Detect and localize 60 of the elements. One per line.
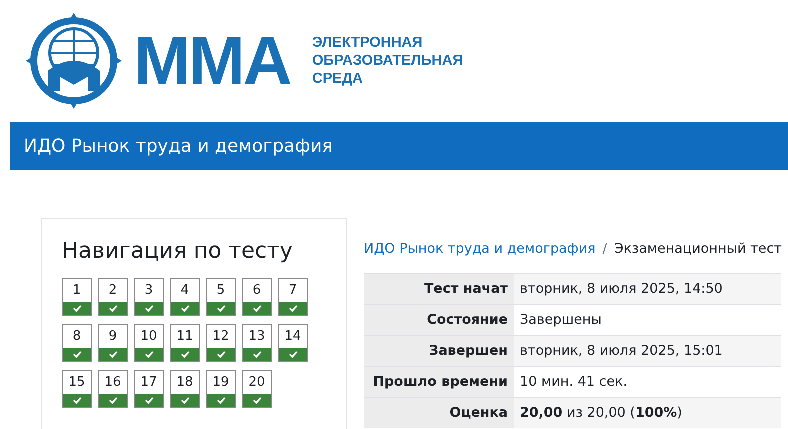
summary-value: Завершены — [514, 304, 781, 336]
question-button[interactable]: 6 — [242, 278, 272, 316]
check-icon — [144, 305, 154, 312]
question-button[interactable]: 11 — [170, 324, 200, 362]
check-icon — [216, 397, 226, 404]
check-icon — [252, 397, 262, 404]
breadcrumb-separator: / — [602, 241, 608, 257]
check-icon — [180, 397, 190, 404]
summary-value: 10 мин. 41 сек. — [514, 366, 781, 398]
question-button[interactable]: 7 — [278, 278, 308, 316]
logo-tagline: СРЕДА — [312, 70, 364, 88]
breadcrumb-current: Экзаменационный тест — [614, 241, 782, 257]
summary-value: вторник, 8 июля 2025, 15:01 — [514, 336, 781, 366]
question-button[interactable]: 4 — [170, 278, 200, 316]
summary-label: Тест начат — [364, 274, 514, 304]
question-button[interactable]: 19 — [206, 370, 236, 408]
question-button[interactable]: 16 — [98, 370, 128, 408]
check-icon — [180, 305, 190, 312]
course-title: ИДО Рынок труда и демография — [24, 136, 333, 156]
check-icon — [72, 397, 82, 404]
question-button[interactable]: 17 — [134, 370, 164, 408]
question-button[interactable]: 15 — [62, 370, 92, 408]
check-icon — [216, 351, 226, 358]
check-icon — [144, 351, 154, 358]
logo-tagline: ОБРАЗОВАТЕЛЬНАЯ — [312, 52, 464, 70]
summary-label: Оценка — [364, 398, 514, 428]
breadcrumb-link[interactable]: ИДО Рынок труда и демография — [364, 241, 596, 257]
check-icon — [72, 305, 82, 312]
logo-wordmark: ММА — [134, 27, 290, 95]
question-button[interactable]: 18 — [170, 370, 200, 408]
logo-tagline: ЭЛЕКТРОННАЯ — [312, 34, 424, 52]
question-button[interactable]: 9 — [98, 324, 128, 362]
check-icon — [252, 305, 262, 312]
summary-label: Состояние — [364, 304, 514, 336]
question-button[interactable]: 2 — [98, 278, 128, 316]
question-button[interactable]: 20 — [242, 370, 272, 408]
check-icon — [288, 305, 298, 312]
question-button[interactable]: 1 — [62, 278, 92, 316]
summary-label: Прошло времени — [364, 366, 514, 398]
check-icon — [216, 305, 226, 312]
check-icon — [108, 351, 118, 358]
summary-value: 20,00 из 20,00 (100%) — [514, 398, 781, 428]
question-button[interactable]: 3 — [134, 278, 164, 316]
check-icon — [144, 397, 154, 404]
check-icon — [72, 351, 82, 358]
question-button[interactable]: 13 — [242, 324, 272, 362]
question-button[interactable]: 5 — [206, 278, 236, 316]
check-icon — [252, 351, 262, 358]
emblem-icon — [24, 11, 124, 111]
summary-value: вторник, 8 июля 2025, 14:50 — [514, 274, 781, 304]
card-title: Навигация по тесту — [62, 239, 294, 264]
question-button[interactable]: 12 — [206, 324, 236, 362]
check-icon — [108, 305, 118, 312]
check-icon — [108, 397, 118, 404]
summary-label: Завершен — [364, 336, 514, 366]
check-icon — [288, 351, 298, 358]
question-button[interactable]: 14 — [278, 324, 308, 362]
check-icon — [180, 351, 190, 358]
question-button[interactable]: 10 — [134, 324, 164, 362]
question-button[interactable]: 8 — [62, 324, 92, 362]
